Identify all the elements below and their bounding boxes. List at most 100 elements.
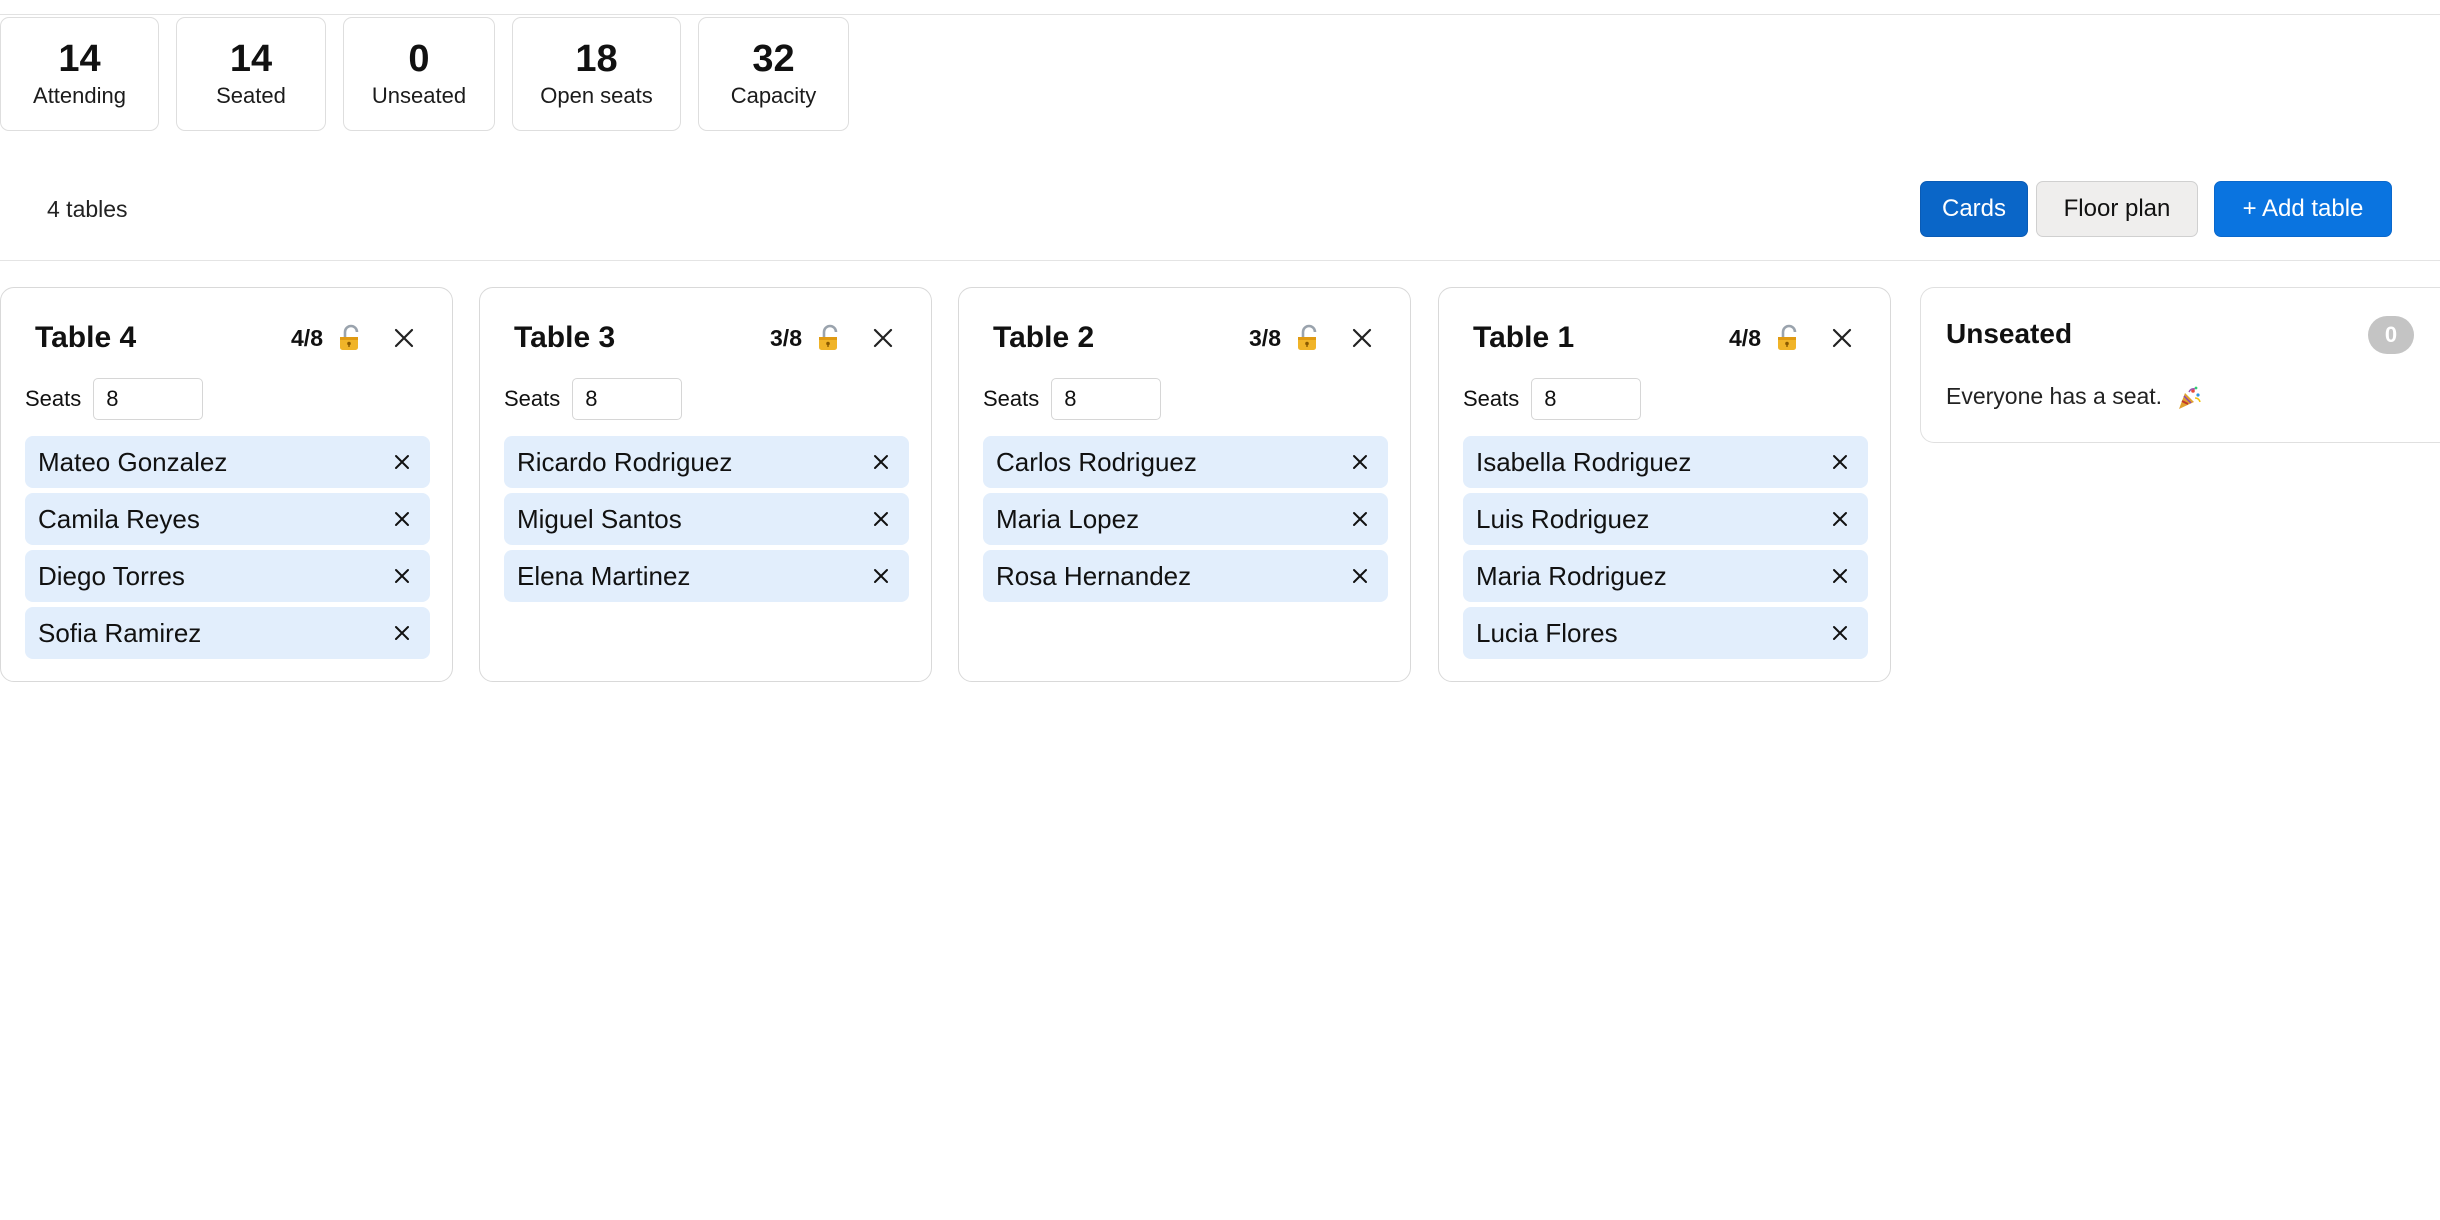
close-icon[interactable] [869,324,897,352]
stat-open-seats: 18 Open seats [512,17,681,131]
guest-list: Ricardo Rodriguez Miguel Santos Elena Ma… [504,436,909,607]
guest-list: Mateo Gonzalez Camila Reyes Diego Torres… [25,436,430,664]
guest-chip[interactable]: Sofia Ramirez [25,607,430,659]
table-name[interactable]: Table 3 [514,316,615,360]
remove-x-icon[interactable] [869,507,893,531]
guest-name: Miguel Santos [517,504,682,534]
guest-chip[interactable]: Maria Rodriguez [1463,550,1868,602]
remove-x-icon[interactable] [1828,564,1852,588]
guest-chip[interactable]: Miguel Santos [504,493,909,545]
table-seat-count: 3/8 [1249,325,1281,351]
remove-x-icon[interactable] [1348,450,1372,474]
stat-label: Capacity [730,83,817,108]
guest-name: Ricardo Rodriguez [517,447,733,477]
seats-row: Seats [25,378,204,420]
unlocked-padlock-icon[interactable] [1774,324,1802,352]
remove-x-icon[interactable] [390,564,414,588]
guest-name: Lucia Flores [1476,618,1618,648]
table-card: Table 3 3/8 Seats Ricardo Rodriguez [479,287,932,682]
table-card-header: Table 3 3/8 [514,316,907,360]
guest-name: Diego Torres [38,561,185,591]
table-count: 4 tables [47,196,128,222]
guest-chip[interactable]: Rosa Hernandez [983,550,1388,602]
stat-value: 14 [58,38,101,80]
remove-x-icon[interactable] [869,564,893,588]
table-card-header: Table 4 4/8 [35,316,428,360]
unseated-title: Unseated [1946,318,2073,349]
guest-chip[interactable]: Luis Rodriguez [1463,493,1868,545]
top-divider [0,14,2440,15]
remove-x-icon[interactable] [869,450,893,474]
table-seat-count: 4/8 [291,325,323,351]
table-seat-count: 4/8 [1729,325,1761,351]
unlocked-padlock-icon[interactable] [1294,324,1322,352]
table-seat-count: 3/8 [770,325,802,351]
close-icon[interactable] [1348,324,1376,352]
seats-input[interactable] [1051,378,1162,420]
guest-chip[interactable]: Isabella Rodriguez [1463,436,1868,488]
guest-name: Mateo Gonzalez [38,447,228,477]
stats-bar: 14 Attending 14 Seated 0 Unseated 18 Ope… [0,17,866,131]
table-name[interactable]: Table 1 [1473,316,1574,360]
guest-name: Carlos Rodriguez [996,447,1197,477]
stat-seated: 14 Seated [176,17,326,131]
cards-view-button[interactable]: Cards [1920,181,2028,237]
guest-name: Maria Rodriguez [1476,561,1667,591]
guest-chip[interactable]: Camila Reyes [25,493,430,545]
seats-label: Seats [25,386,82,411]
unseated-message: Everyone has a seat. [1946,376,2202,416]
remove-x-icon[interactable] [1828,621,1852,645]
seats-input[interactable] [572,378,683,420]
stat-value: 18 [575,38,618,80]
close-icon[interactable] [390,324,418,352]
unseated-message-text: Everyone has a seat. [1946,383,2163,409]
guest-name: Sofia Ramirez [38,618,202,648]
stat-value: 32 [752,38,795,80]
guest-list: Isabella Rodriguez Luis Rodriguez Maria … [1463,436,1868,664]
unseated-panel: Unseated 0 Everyone has a seat. [1920,287,2440,443]
seats-input[interactable] [93,378,204,420]
seats-label: Seats [504,386,561,411]
stat-label: Seated [216,83,286,108]
table-card-header: Table 1 4/8 [1473,316,1866,360]
floor-plan-view-button[interactable]: Floor plan [2036,181,2198,237]
seats-row: Seats [504,378,683,420]
stat-value: 14 [229,38,273,80]
remove-x-icon[interactable] [1348,507,1372,531]
table-name[interactable]: Table 4 [35,316,136,360]
party-popper-icon [2179,386,2202,409]
guest-chip[interactable]: Diego Torres [25,550,430,602]
seats-row: Seats [1463,378,1642,420]
stat-value: 0 [408,38,430,80]
guest-name: Elena Martinez [517,561,691,591]
seats-input[interactable] [1531,378,1642,420]
add-table-button[interactable]: + Add table [2214,181,2392,237]
guest-chip[interactable]: Lucia Flores [1463,607,1868,659]
unseated-count-badge: 0 [2368,316,2414,354]
remove-x-icon[interactable] [1348,564,1372,588]
remove-x-icon[interactable] [390,621,414,645]
seats-label: Seats [983,386,1040,411]
guest-name: Maria Lopez [996,504,1140,534]
unlocked-padlock-icon[interactable] [815,324,843,352]
table-card: Table 4 4/8 Seats Mateo Gonzalez [0,287,453,682]
table-name[interactable]: Table 2 [993,316,1094,360]
remove-x-icon[interactable] [390,450,414,474]
guest-chip[interactable]: Maria Lopez [983,493,1388,545]
guest-chip[interactable]: Ricardo Rodriguez [504,436,909,488]
guest-chip[interactable]: Mateo Gonzalez [25,436,430,488]
stat-label: Open seats [540,83,653,108]
stat-capacity: 32 Capacity [698,17,849,131]
seats-row: Seats [983,378,1162,420]
unlocked-padlock-icon[interactable] [336,324,364,352]
remove-x-icon[interactable] [1828,507,1852,531]
guest-chip[interactable]: Elena Martinez [504,550,909,602]
stat-label: Attending [33,83,126,108]
stat-unseated: 0 Unseated [343,17,495,131]
guest-chip[interactable]: Carlos Rodriguez [983,436,1388,488]
guest-list: Carlos Rodriguez Maria Lopez Rosa Hernan… [983,436,1388,607]
table-card: Table 1 4/8 Seats Isabella Rodriguez [1438,287,1891,682]
remove-x-icon[interactable] [390,507,414,531]
close-icon[interactable] [1828,324,1856,352]
remove-x-icon[interactable] [1828,450,1852,474]
